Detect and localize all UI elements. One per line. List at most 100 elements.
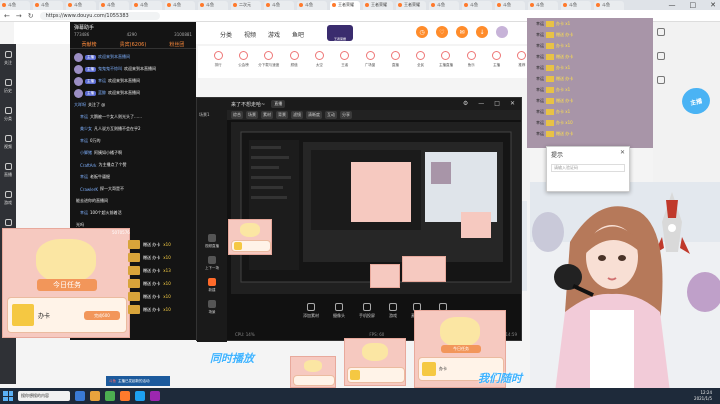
sidebar-item[interactable]: 历史 [0,72,16,100]
maximize-button[interactable]: □ [690,1,697,9]
gift-feed-user[interactable]: 幸运 [536,21,544,27]
event-banner[interactable]: 王者荣耀 [327,25,353,41]
close-window-button[interactable]: ✕ [710,1,716,9]
browser-tab[interactable]: 斗鱼 [0,0,30,10]
category-item[interactable]: 排行 [206,46,230,78]
gift-feed-user[interactable]: 幸运 [536,120,544,126]
toast-notification[interactable]: 斗鱼 主播已发起新的活动 [106,376,170,386]
browser-tab[interactable]: 斗鱼 [297,0,327,10]
chat-username[interactable]: CraftArk [80,163,97,168]
scene-label[interactable]: 场景1 [199,112,210,118]
nav-yuba[interactable]: 鱼吧 [292,30,304,39]
gift-feed-user[interactable]: 幸运 [536,131,544,137]
gift-feed-user[interactable]: 幸运 [536,54,544,60]
chat-username[interactable]: 大咩呀 [74,102,86,108]
browser-tab[interactable]: 斗鱼 [33,0,63,10]
chat-username[interactable]: 欢迎来到本直播间 [98,54,130,60]
forward-icon[interactable]: → [16,12,22,20]
gift-feed-user[interactable]: 幸运 [536,109,544,115]
browser-tab[interactable]: 斗鱼 [528,0,558,10]
obs-close-button[interactable]: ✕ [510,100,515,107]
browser-tab[interactable]: 斗鱼 [462,0,492,10]
sidebar-item[interactable]: 直播 [0,156,16,184]
obs-toolbar-item[interactable]: 分享 [340,111,352,119]
chat-username[interactable]: 美少女 [80,126,92,132]
gift-feed-user[interactable]: 幸运 [536,87,544,93]
obs-toolbar-item[interactable]: 素材 [261,111,273,119]
message-icon[interactable]: ✉ [456,26,468,38]
tab-vip[interactable]: 贵宾(6206) [120,41,147,48]
gift-feed-user[interactable]: 幸运 [536,98,544,104]
browser-tab[interactable]: 斗鱼 [495,0,525,10]
chat-username[interactable]: 幸运 [80,210,88,216]
chat-app-icon[interactable] [135,391,145,401]
user-avatar[interactable] [496,26,508,38]
browser-tab[interactable]: 斗鱼 [198,0,228,10]
browser-tab[interactable]: 王者荣耀 [396,0,426,10]
category-item[interactable]: 广场窗 [358,46,382,78]
chat-username[interactable]: 幸运 [80,138,88,144]
back-icon[interactable]: ← [4,12,10,20]
obs-toolbar-item[interactable]: 场景 [246,111,258,119]
download-icon[interactable]: ↓ [476,26,488,38]
chat-username[interactable]: 鬼鬼鬼不惊叫 [98,66,122,72]
chat-username[interactable]: 蓝鲸 [98,90,106,96]
obs-scene-button[interactable]: 场景 [199,296,225,318]
reload-icon[interactable]: ↻ [28,12,34,20]
browser-tab[interactable]: 斗鱼 [429,0,459,10]
obs-app-icon[interactable] [150,391,160,401]
browser-tab[interactable]: 二次元 [231,0,261,10]
browser-tab[interactable]: 斗鱼 [66,0,96,10]
browser-tab[interactable]: 斗鱼 [99,0,129,10]
nav-video[interactable]: 视频 [244,30,256,39]
task-view-icon[interactable] [75,391,85,401]
history-icon[interactable]: ◷ [416,26,428,38]
captcha-input[interactable]: 请输入验证码 [551,164,625,172]
chat-username[interactable]: 幸运 [80,114,88,120]
nav-game[interactable]: 游戏 [268,30,280,39]
category-item[interactable]: 颜值 [282,46,306,78]
category-item[interactable]: 主播直播 [434,46,458,78]
minimize-button[interactable]: — [669,1,676,9]
obs-settings-icon[interactable]: ⚙ [463,100,468,107]
chat-username[interactable]: 小脚猪 [80,150,92,156]
category-item[interactable]: 全民 [409,46,433,78]
obs-toolbar-item[interactable]: 综合 [231,111,243,119]
gift-feed-user[interactable]: 幸运 [536,43,544,49]
obs-prev-next-button[interactable]: 上下一场 [199,252,225,274]
sidebar-item[interactable]: 分类 [0,100,16,128]
browser-icon[interactable] [105,391,115,401]
browser-tab[interactable]: 斗鱼 [132,0,162,10]
gear-icon[interactable] [657,28,665,36]
sidebar-item[interactable]: 关注 [0,44,16,72]
category-item[interactable]: 鱼乐 [459,46,483,78]
sidebar-item[interactable]: 视频 [0,128,16,156]
category-item[interactable]: 太空 [307,46,331,78]
obs-toolbar-item[interactable]: 背景 [276,111,288,119]
obs-toolbar-item[interactable]: 互动 [325,111,337,119]
gift-feed-user[interactable]: 幸运 [536,76,544,82]
browser-tab[interactable]: 斗鱼 [561,0,591,10]
tab-contribution[interactable]: 贡献榜 [82,41,97,48]
gift-feed-user[interactable]: 幸运 [536,65,544,71]
obs-action-button[interactable]: 摄像头 [333,303,345,319]
obs-maximize-button[interactable]: □ [494,100,500,107]
taskbar-search[interactable]: 搜你想搜的内容 [18,391,70,401]
obs-video-live-button[interactable]: 视频直播 [199,230,225,252]
browser-tab[interactable]: 斗鱼 [165,0,195,10]
obs-minimize-button[interactable]: — [478,100,484,107]
chat-username[interactable]: CrawlerK [80,187,98,192]
report-icon[interactable] [657,76,665,84]
douyu-app-icon[interactable] [120,391,130,401]
obs-new-scene-button[interactable]: 新建 [199,274,225,296]
category-item[interactable]: 分下载与速度 [257,46,281,78]
file-explorer-icon[interactable] [90,391,100,401]
follow-icon[interactable]: ♡ [436,26,448,38]
close-icon[interactable]: ✕ [620,149,625,156]
category-item[interactable]: 王者 [333,46,357,78]
chat-username[interactable]: 幸运 [80,174,88,180]
nav-category[interactable]: 分类 [220,30,232,39]
chat-username[interactable]: 幸运 [98,78,106,84]
browser-tab[interactable]: 王者荣耀 [363,0,393,10]
sidebar-item[interactable]: 游戏 [0,184,16,212]
